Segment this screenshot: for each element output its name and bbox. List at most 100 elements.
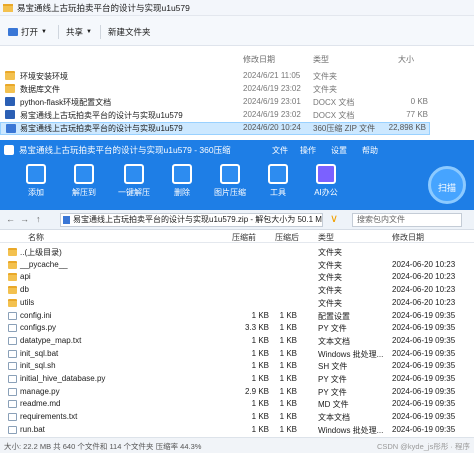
archive-search-input[interactable]: 搜索包内文件 [352, 213, 462, 227]
file-size: 0 KB [410, 97, 428, 106]
file-size: 77 KB [406, 110, 428, 119]
column-type[interactable]: 类型 [318, 232, 334, 243]
archive-row[interactable]: configs.py 3.3 KB 1 KB PY 文件 2024-06-19 09:3… [0, 322, 474, 335]
row-date: 2024-06-20 10:23 [392, 297, 456, 307]
back-arrow-icon[interactable]: ← [6, 214, 15, 224]
archive-window: 易宝通线上古玩拍卖平台的设计与实现u1u579 - 360压缩 文件 操作 设置… [0, 140, 474, 453]
dropdown-arrow-icon[interactable]: ∨ [330, 212, 338, 225]
row-name: __pycache__ [20, 259, 68, 269]
explorer-title: 易宝通线上古玩拍卖平台的设计与实现u1u579 [17, 2, 190, 13]
row-before: 3.3 KB [244, 323, 269, 333]
archive-row[interactable]: run.bat 1 KB 1 KB Windows 批处理... 2024-06-19 … [0, 424, 474, 437]
row-date: 2024-06-19 09:35 [392, 323, 456, 333]
column-name[interactable]: 名称 [28, 232, 44, 243]
archive-row[interactable]: init_sql.sh 1 KB 1 KB SH 文件 2024-06-19 09:35 [0, 360, 474, 373]
row-date: 2024-06-20 10:23 [392, 272, 456, 282]
file-row-selected[interactable]: 易宝通线上古玩拍卖平台的设计与实现u1u579 2024/6/20 10:24 … [0, 122, 430, 135]
column-size[interactable]: 大小 [398, 54, 414, 65]
archive-row[interactable]: initial_hive_database.py 1 KB 1 KB PY 文件 202… [0, 373, 474, 386]
ai-office-button[interactable]: AI办公 [302, 164, 350, 198]
menu-help[interactable]: 帮助 [362, 145, 378, 156]
file-icon [8, 387, 17, 396]
folder-icon [8, 260, 17, 269]
column-before[interactable]: 压缩前 [232, 232, 256, 243]
ai-icon [316, 164, 336, 184]
row-before: 1 KB [251, 310, 269, 320]
toolbar-divider [58, 25, 59, 39]
archive-row[interactable]: db 文件夹 2024-06-20 10:23 [0, 284, 474, 297]
new-folder-button[interactable]: 新建文件夹 [108, 25, 151, 39]
row-name: run.bat [20, 424, 45, 434]
archive-row[interactable]: readme.md 1 KB 1 KB MD 文件 2024-06-19 09:35 [0, 398, 474, 411]
one-click-extract-button[interactable]: 一键解压 [110, 164, 158, 198]
scan-button[interactable]: 扫描 [428, 166, 466, 204]
row-before: 1 KB [251, 361, 269, 371]
row-name: manage.py [20, 386, 60, 396]
file-row[interactable]: 数据库文件 2024/6/19 23:02 文件夹 [0, 83, 474, 96]
row-type: 配置设置 [318, 311, 350, 321]
file-name: 环境安装环境 [20, 72, 68, 81]
archive-path-field[interactable]: 易宝通线上古玩拍卖平台的设计与实现u1u579.zip - 解包大小为 50.1… [60, 213, 323, 227]
image-compress-button[interactable]: 图片压缩 [206, 164, 254, 198]
column-modified[interactable]: 修改日期 [243, 54, 275, 65]
chevron-down-icon: ▼ [41, 29, 47, 35]
row-date: 2024-06-20 10:23 [392, 259, 456, 269]
file-row[interactable]: python-flask环境配置文档 2024/6/19 23:01 DOCX … [0, 96, 474, 109]
share-label: 共享 [66, 27, 84, 37]
folder-icon [8, 248, 17, 256]
image-compress-label: 图片压缩 [214, 188, 246, 197]
file-date: 2024/6/19 23:02 [243, 84, 301, 93]
file-date: 2024/6/21 11:05 [243, 71, 301, 80]
explorer-toolbar: 打开 ▼ 共享 ▼ 新建文件夹 [0, 16, 474, 46]
extract-to-button[interactable]: 解压到 [60, 164, 108, 198]
archive-row[interactable]: utils 文件夹 2024-06-20 10:23 [0, 297, 474, 310]
file-icon [8, 349, 17, 358]
new-folder-label: 新建文件夹 [108, 27, 151, 37]
menu-operation[interactable]: 操作 [300, 145, 316, 156]
archive-row[interactable]: init_sql.bat 1 KB 1 KB Windows 批处理... 2024-0… [0, 348, 474, 361]
forward-arrow-icon[interactable]: → [20, 214, 29, 224]
file-icon [8, 324, 17, 333]
folder-icon [8, 286, 17, 295]
archive-row[interactable]: manage.py 2.9 KB 1 KB PY 文件 2024-06-19 09:35 [0, 386, 474, 399]
file-date: 2024/6/19 23:01 [243, 97, 301, 106]
explorer-column-header: 修改日期 类型 大小 [0, 52, 474, 66]
add-label: 添加 [28, 188, 44, 197]
file-row[interactable]: 易宝通线上古玩拍卖平台的设计与实现u1u579 2024/6/19 23:02 … [0, 109, 474, 122]
archive-row[interactable]: __pycache__ 文件夹 2024-06-20 10:23 [0, 259, 474, 272]
row-date: 2024-06-19 09:35 [392, 399, 456, 409]
chevron-down-icon: ▼ [86, 29, 92, 35]
row-type: 文件夹 [318, 248, 342, 257]
file-type: 文件夹 [313, 72, 337, 81]
up-arrow-icon[interactable]: ↑ [36, 214, 41, 224]
search-placeholder: 搜索包内文件 [357, 215, 405, 224]
archive-row[interactable]: requirements.txt 1 KB 1 KB 文本文档 2024-06-19 0… [0, 411, 474, 424]
menu-file[interactable]: 文件 [272, 145, 288, 156]
status-bar: 大小: 22.2 MB 共 640 个文件和 114 个文件夹 压缩率 44.3… [0, 437, 474, 453]
file-row[interactable]: 环境安装环境 2024/6/21 11:05 文件夹 [0, 70, 474, 83]
column-type[interactable]: 类型 [313, 54, 329, 65]
row-after: 1 KB [279, 361, 297, 371]
row-name: config.ini [20, 310, 52, 320]
row-type: 文件夹 [318, 273, 342, 283]
row-before: 1 KB [251, 412, 269, 422]
file-name: 易宝通线上古玩拍卖平台的设计与实现u1u579 [20, 124, 183, 133]
file-name: 数据库文件 [20, 85, 60, 94]
archive-row[interactable]: datatype_map.txt 1 KB 1 KB 文本文档 2024-06-19 0… [0, 335, 474, 348]
delete-button[interactable]: 删除 [158, 164, 206, 198]
open-button[interactable]: 打开 ▼ [8, 25, 47, 39]
toolbar-divider [100, 25, 101, 39]
tools-button[interactable]: 工具 [254, 164, 302, 198]
archive-row[interactable]: config.ini 1 KB 1 KB 配置设置 2024-06-19 09:35 [0, 310, 474, 323]
column-modified[interactable]: 修改日期 [392, 232, 424, 243]
menu-settings[interactable]: 设置 [331, 145, 347, 156]
explorer-title-bar: 易宝通线上古玩拍卖平台的设计与实现u1u579 [0, 0, 474, 16]
column-after[interactable]: 压缩后 [275, 232, 299, 243]
share-button[interactable]: 共享 ▼ [66, 25, 92, 39]
add-button[interactable]: 添加 [12, 164, 60, 198]
row-name: initial_hive_database.py [20, 374, 106, 383]
archive-row[interactable]: api 文件夹 2024-06-20 10:23 [0, 271, 474, 284]
archive-row[interactable]: ..(上级目录) 文件夹 [0, 246, 474, 259]
row-type: Windows 批处理... [318, 349, 384, 359]
watermark-text: CSDN @kyde_js彤彤 · 程序 [376, 442, 470, 451]
